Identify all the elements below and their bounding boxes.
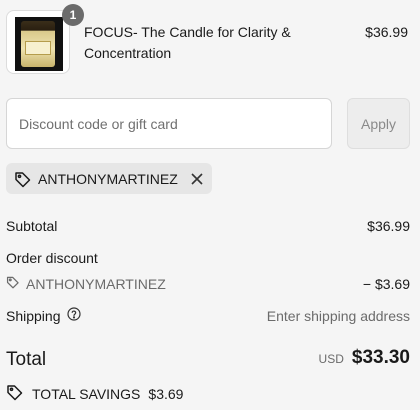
total-label: Total [6,349,47,370]
order-discount-label: Order discount [6,250,98,266]
subtotal-value: $36.99 [367,218,410,234]
product-thumbnail: 1 [6,4,84,74]
apply-button[interactable]: Apply [347,98,410,149]
shipping-value: Enter shipping address [266,308,410,324]
tags-icon [6,383,24,404]
tag-icon [6,275,20,293]
subtotal-row: Subtotal $36.99 [6,217,410,235]
savings-label: TOTAL SAVINGS [32,385,141,402]
discount-code-label: ANTHONYMARTINEZ [26,276,166,292]
discount-value: − $3.69 [362,276,410,292]
subtotal-label: Subtotal [6,218,58,234]
tag-icon [14,170,32,188]
product-image [6,10,70,74]
line-item: 1 FOCUS- The Candle for Clarity & Concen… [6,4,412,74]
order-summary: 1 FOCUS- The Candle for Clarity & Concen… [0,0,420,410]
product-title: FOCUS- The Candle for Clarity & Concentr… [84,24,291,61]
total-amount: USD $33.30 [319,347,410,369]
order-discount-row: Order discount [6,249,410,267]
applied-code-label: ANTHONYMARTINEZ [38,170,178,187]
total-savings: TOTAL SAVINGS $3.69 [6,383,183,404]
shipping-label: Shipping [6,308,61,324]
total-value: $33.30 [351,347,410,368]
discount-code-input[interactable] [6,98,332,149]
shipping-row: Shipping Enter shipping address [6,307,410,325]
discount-code-row: ANTHONYMARTINEZ − $3.69 [6,275,410,293]
product-price: $36.99 [365,24,408,40]
applied-discount-tag: ANTHONYMARTINEZ [6,163,212,194]
savings-value: $3.69 [148,385,184,402]
question-circle-icon[interactable] [66,307,81,325]
quantity-badge: 1 [62,4,84,26]
close-icon[interactable] [190,172,204,186]
currency-code: USD [318,352,344,366]
